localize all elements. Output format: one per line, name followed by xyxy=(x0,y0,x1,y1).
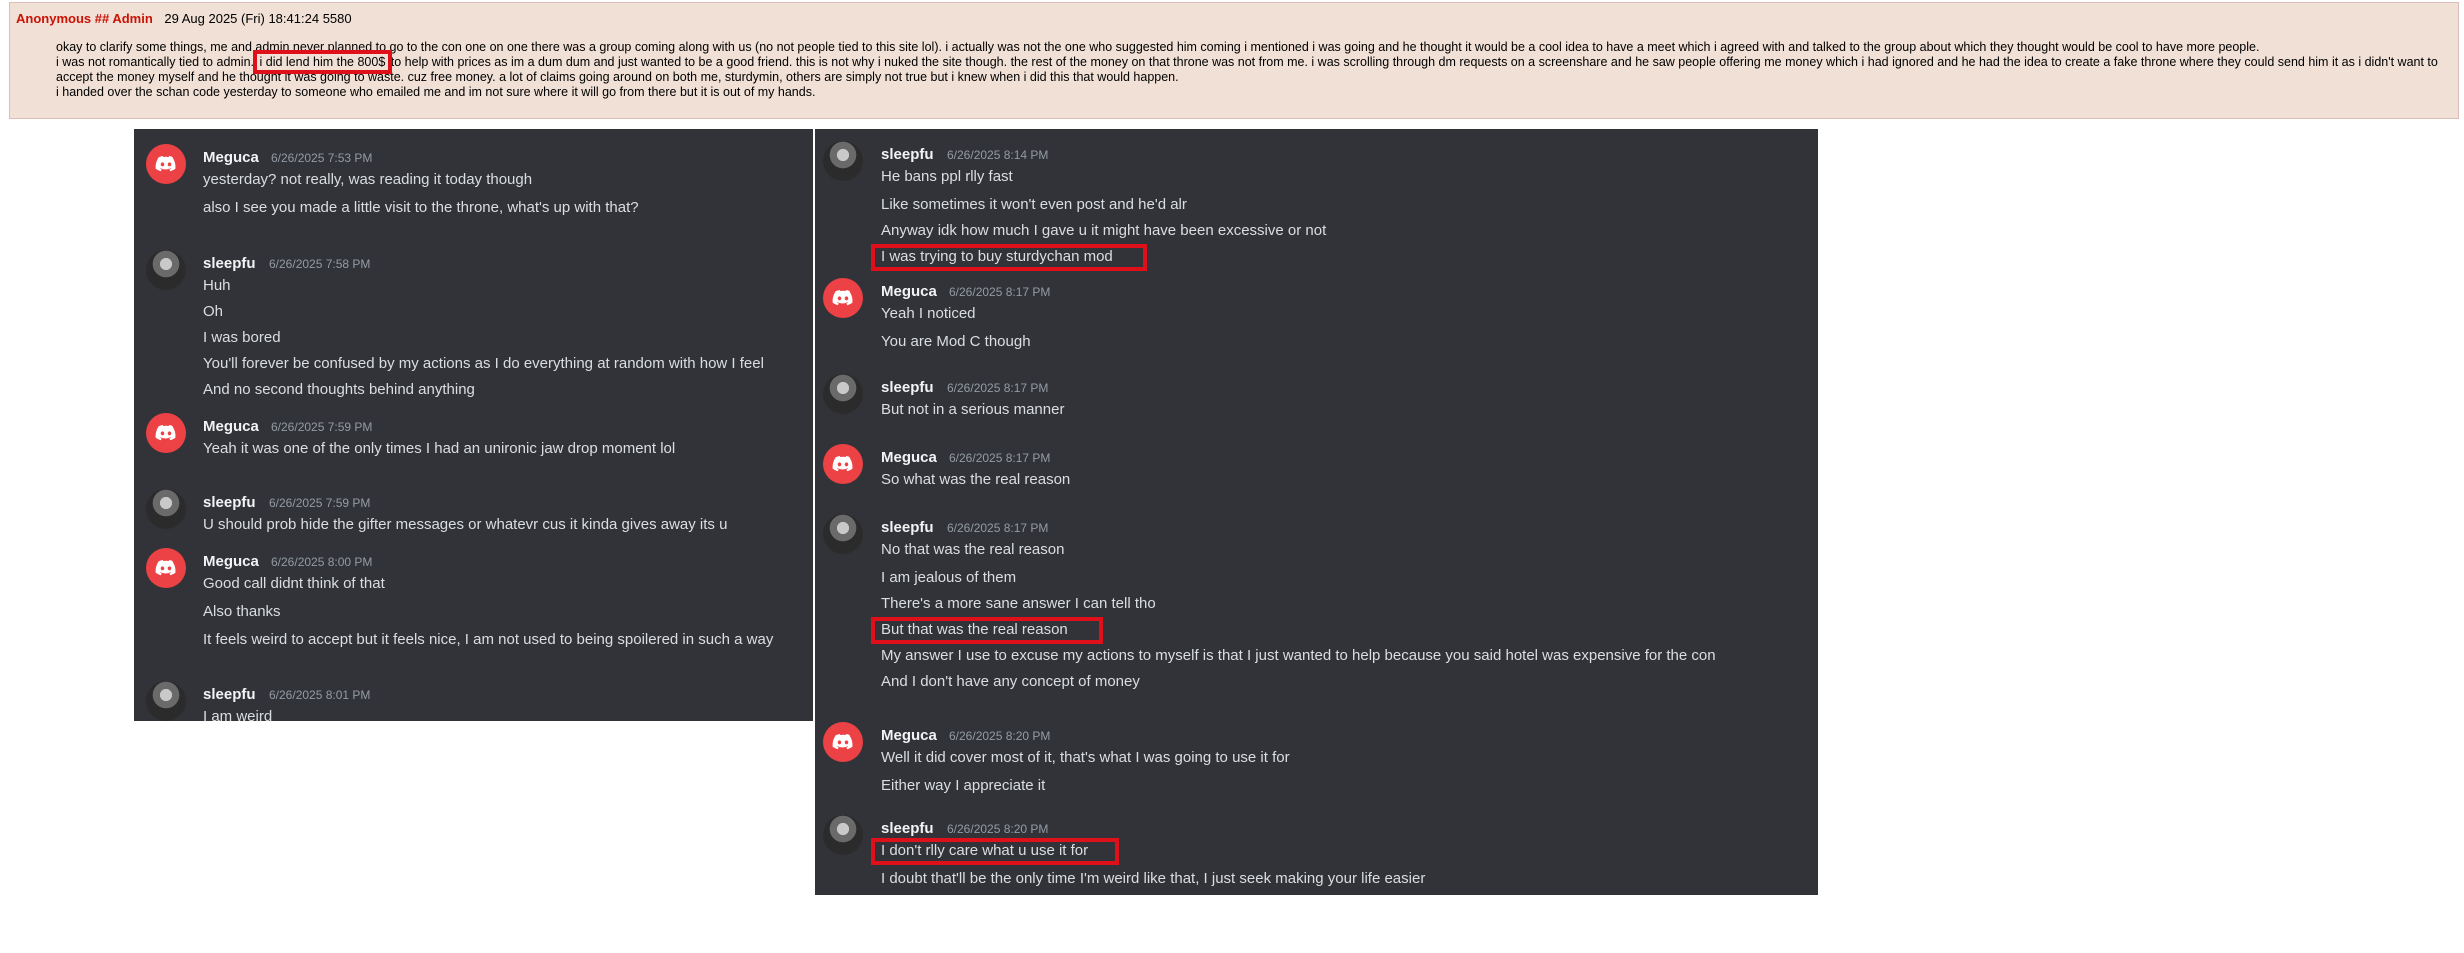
message-author[interactable]: sleepfu xyxy=(881,820,934,837)
message-author[interactable]: sleepfu xyxy=(881,146,934,163)
message-timestamp: 6/26/2025 7:59 PM xyxy=(269,496,371,510)
message-text: You are Mod C though xyxy=(881,333,1031,350)
message-text: Oh xyxy=(203,303,224,320)
post-date: 29 Aug 2025 (Fri) 18:41:24 xyxy=(164,11,320,26)
discord-logo-icon[interactable] xyxy=(146,548,186,588)
message-timestamp: 6/26/2025 8:01 PM xyxy=(269,688,371,702)
message-text: Yeah it was one of the only times I had … xyxy=(203,440,676,457)
message-text: I doubt that'll be the only time I'm wei… xyxy=(881,870,1426,887)
message-author[interactable]: Meguca xyxy=(203,149,259,166)
discord-logo-icon[interactable] xyxy=(823,722,863,762)
message-author[interactable]: Meguca xyxy=(203,553,259,570)
message-text: Also thanks xyxy=(203,603,281,620)
message-timestamp: 6/26/2025 7:59 PM xyxy=(271,420,373,434)
message-author[interactable]: sleepfu xyxy=(203,686,256,703)
message-timestamp: 6/26/2025 8:17 PM xyxy=(949,285,1051,299)
message-text: Well it did cover most of it, that's wha… xyxy=(881,749,1290,766)
post-number[interactable]: 5580 xyxy=(323,11,352,26)
user-avatar[interactable] xyxy=(146,250,186,290)
discord-logo-icon[interactable] xyxy=(146,413,186,453)
message-author[interactable]: Meguca xyxy=(203,418,259,435)
message-text: U should prob hide the gifter messages o… xyxy=(203,516,728,533)
message-timestamp: 6/26/2025 8:20 PM xyxy=(949,729,1051,743)
message-timestamp: 6/26/2025 8:17 PM xyxy=(947,381,1049,395)
message-text: Either way I appreciate it xyxy=(881,777,1046,794)
message-text: Good call didnt think of that xyxy=(203,575,385,592)
discord-logo-icon[interactable] xyxy=(823,278,863,318)
discord-chat-left: Meguca 6/26/2025 7:53 PM yesterday? not re… xyxy=(134,129,813,725)
message-timestamp: 6/26/2025 8:00 PM xyxy=(271,555,373,569)
poster-name: Anonymous ## Admin xyxy=(16,11,153,26)
message-text: He bans ppl rlly fast xyxy=(881,168,1013,185)
message-timestamp: 6/26/2025 7:58 PM xyxy=(269,257,371,271)
post-paragraph: i was not romantically tied to admin. i … xyxy=(56,50,2438,84)
message-author[interactable]: Meguca xyxy=(881,449,937,466)
message-text: There's a more sane answer I can tell th… xyxy=(881,595,1156,612)
message-text: And no second thoughts behind anything xyxy=(203,381,475,398)
post-body: okay to clarify some things, me and admi… xyxy=(56,40,2446,100)
message-text: also I see you made a little visit to th… xyxy=(203,199,639,216)
message-text: I am weird xyxy=(203,708,273,725)
discord-chat-right: sleepfu 6/26/2025 8:14 PM He bans ppl rlly… xyxy=(815,129,1818,895)
user-avatar[interactable] xyxy=(823,141,863,181)
user-avatar[interactable] xyxy=(823,815,863,855)
message-text: You'll forever be confused by my actions… xyxy=(203,355,764,372)
message-timestamp: 6/26/2025 8:17 PM xyxy=(949,451,1051,465)
message-text: Huh xyxy=(203,277,231,294)
user-avatar[interactable] xyxy=(146,681,186,721)
message-text: Yeah I noticed xyxy=(881,305,976,322)
post-paragraph: i handed over the schan code yesterday t… xyxy=(56,85,816,99)
message-text: And I don't have any concept of money xyxy=(881,673,1140,690)
imageboard-post: Anonymous ## Admin 29 Aug 2025 (Fri) 18:… xyxy=(9,2,2459,119)
discord-logo-icon[interactable] xyxy=(823,444,863,484)
message-text: My answer I use to excuse my actions to … xyxy=(881,647,1716,664)
highlight-box xyxy=(871,244,1147,271)
user-avatar[interactable] xyxy=(823,514,863,554)
message-author[interactable]: sleepfu xyxy=(203,494,256,511)
message-author[interactable]: Meguca xyxy=(881,283,937,300)
message-timestamp: 6/26/2025 8:17 PM xyxy=(947,521,1049,535)
message-text: So what was the real reason xyxy=(881,471,1071,488)
message-timestamp: 6/26/2025 7:53 PM xyxy=(271,151,373,165)
post-header: Anonymous ## Admin 29 Aug 2025 (Fri) 18:… xyxy=(16,11,352,26)
message-text: I am jealous of them xyxy=(881,569,1017,586)
message-author[interactable]: sleepfu xyxy=(881,379,934,396)
message-timestamp: 6/26/2025 8:14 PM xyxy=(947,148,1049,162)
highlight-box xyxy=(871,838,1119,865)
message-author[interactable]: sleepfu xyxy=(203,255,256,272)
message-author[interactable]: sleepfu xyxy=(881,519,934,536)
message-text: Anyway idk how much I gave u it might ha… xyxy=(881,222,1327,239)
highlighted-text: i did lend him the 800$ xyxy=(252,50,393,74)
message-text: yesterday? not really, was reading it to… xyxy=(203,171,533,188)
user-avatar[interactable] xyxy=(823,374,863,414)
message-text: Like sometimes it won't even post and he… xyxy=(881,196,1187,213)
message-text: It feels weird to accept but it feels ni… xyxy=(203,631,774,648)
message-text: No that was the real reason xyxy=(881,541,1065,558)
message-text: But not in a serious manner xyxy=(881,401,1065,418)
message-author[interactable]: Meguca xyxy=(881,727,937,744)
message-text: I was bored xyxy=(203,329,281,346)
post-paragraph: okay to clarify some things, me and admi… xyxy=(56,40,2260,54)
discord-logo-icon[interactable] xyxy=(146,144,186,184)
user-avatar[interactable] xyxy=(146,489,186,529)
message-timestamp: 6/26/2025 8:20 PM xyxy=(947,822,1049,836)
highlight-box xyxy=(871,617,1103,644)
